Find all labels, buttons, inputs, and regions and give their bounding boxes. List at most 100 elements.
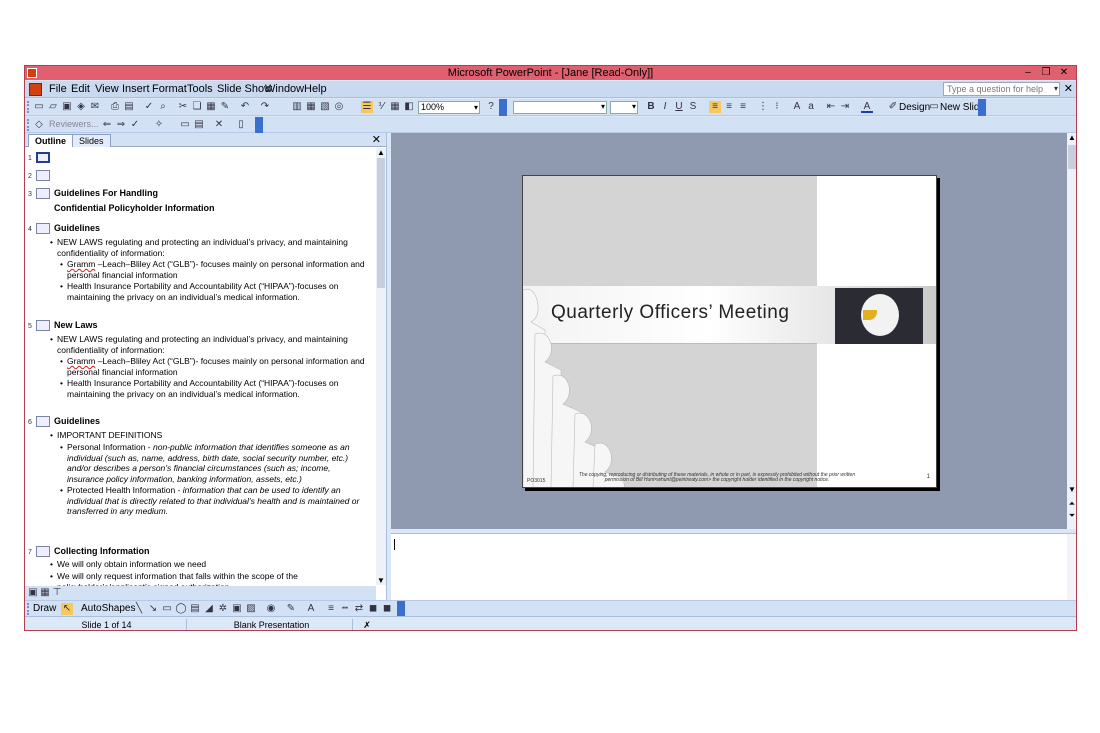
slide-icon[interactable] (36, 223, 50, 234)
cut-icon[interactable]: ✂ (177, 101, 189, 113)
insert-comment-icon[interactable]: ▭ (179, 119, 191, 131)
slide-title[interactable]: Collecting Information (54, 546, 150, 556)
undo-icon[interactable]: ↶ (239, 101, 251, 113)
decrease-font-icon[interactable]: a (805, 101, 817, 113)
powerpoint-app-icon[interactable] (27, 68, 37, 78)
slide-title[interactable]: Guidelines For Handling (54, 188, 158, 198)
font-select[interactable]: ▾ (513, 101, 607, 114)
scroll-up-icon[interactable]: ▲ (376, 148, 386, 157)
outline-list[interactable]: 1 2 3 Guidelines For Handling Confidenti… (25, 148, 376, 600)
menu-slide-show[interactable]: Slide Show (217, 83, 272, 95)
markup-icon[interactable]: ◇ (33, 119, 45, 131)
wordart-icon[interactable]: ◢ (203, 603, 215, 615)
show-grid-icon[interactable]: ▦ (389, 101, 401, 113)
font-size-select[interactable]: ▾ (610, 101, 638, 114)
email-icon[interactable]: ✉ (89, 101, 101, 113)
toolbar-options-icon[interactable] (499, 99, 507, 116)
toolbar-options-icon[interactable] (978, 99, 986, 116)
spelling-icon[interactable]: ✓ (143, 101, 155, 113)
slide-icon[interactable] (36, 416, 50, 427)
slide-icon[interactable] (36, 152, 50, 163)
permission-icon[interactable]: ◈ (75, 101, 87, 113)
scroll-up-icon[interactable]: ▲ (1067, 133, 1076, 142)
arrow-style-icon[interactable]: ⇄ (353, 603, 365, 615)
slide-show-icon[interactable]: ⊤ (51, 587, 63, 599)
menu-file[interactable]: File (49, 83, 67, 95)
restore-icon[interactable]: ❐ (1038, 66, 1054, 79)
paste-icon[interactable]: ▦ (205, 101, 217, 113)
chevron-down-icon[interactable]: ▾ (601, 102, 605, 111)
underline-icon[interactable]: U (673, 101, 685, 113)
toolbar-options-icon[interactable] (255, 117, 263, 133)
fill-color-icon[interactable]: ◉ (265, 603, 277, 615)
increase-font-icon[interactable]: A (791, 101, 803, 113)
line-icon[interactable]: ╲ (133, 603, 145, 615)
help-search-input[interactable]: Type a question for help ▾ (943, 82, 1060, 96)
new-slide-icon[interactable]: ▭ (928, 101, 940, 113)
clip-art-icon[interactable]: ▣ (231, 603, 243, 615)
menu-view[interactable]: View (95, 83, 119, 95)
design-icon[interactable]: ✐ (887, 101, 899, 113)
chevron-down-icon[interactable]: ▾ (474, 102, 478, 113)
scroll-down-icon[interactable]: ▼ (1067, 485, 1076, 494)
copy-icon[interactable]: ❏ (191, 101, 203, 113)
arrow-icon[interactable]: ↘ (147, 603, 159, 615)
color-grayscale-icon[interactable]: ◧ (403, 101, 415, 113)
slide-scrollbar[interactable]: ▲ ▼ ⏶ ⏷ (1067, 133, 1076, 529)
menu-format[interactable]: Format (152, 83, 187, 95)
menu-help[interactable]: Help (304, 83, 327, 95)
increase-indent-icon[interactable]: ⇥ (839, 101, 851, 113)
bullet-text[interactable]: Health Insurance Portability and Account… (60, 281, 367, 302)
document-close-icon[interactable]: ✕ (1064, 82, 1073, 95)
bold-icon[interactable]: B (645, 101, 657, 113)
menu-window[interactable]: Window (265, 83, 304, 95)
font-color-icon[interactable]: A (305, 603, 317, 615)
text-box-icon[interactable]: ▤ (189, 603, 201, 615)
bullets-icon[interactable]: ⁝ (771, 101, 783, 113)
slide-title[interactable]: New Laws (54, 320, 98, 330)
shadow-icon[interactable]: S (687, 101, 699, 113)
font-color-icon[interactable]: A (861, 101, 873, 113)
bullet-text[interactable]: Gramm –Leach–Bliley Act (“GLB”)- focuses… (60, 356, 367, 377)
edit-comment-icon[interactable]: ▤ (193, 119, 205, 131)
line-style-icon[interactable]: ≡ (325, 603, 337, 615)
slide-canvas[interactable]: Quarterly Officers’ Meeting PO3015 The c… (522, 175, 937, 488)
bullet-text[interactable]: IMPORTANT DEFINITIONS (50, 430, 367, 441)
align-right-icon[interactable]: ≡ (737, 101, 749, 113)
slide-sorter-icon[interactable]: ▦ (39, 587, 51, 599)
print-preview-icon[interactable]: ▤ (123, 101, 135, 113)
previous-item-icon[interactable]: ⇐ (101, 119, 113, 131)
outline-scrollbar[interactable]: ▲ ▼ (376, 148, 386, 585)
scroll-thumb[interactable] (1068, 145, 1076, 169)
slide-subtitle[interactable]: Confidential Policyholder Information (54, 203, 215, 213)
open-icon[interactable]: ▱ (47, 101, 59, 113)
document-icon[interactable] (29, 83, 42, 96)
new-icon[interactable]: ▭ (33, 101, 45, 113)
insert-table-icon[interactable]: ▦ (305, 101, 317, 113)
slide-title[interactable]: Guidelines (54, 223, 100, 233)
next-slide-icon[interactable]: ⏷ (1067, 511, 1076, 521)
dash-style-icon[interactable]: ┅ (339, 603, 351, 615)
apply-icon[interactable]: ✓ (129, 119, 141, 131)
slide-title[interactable]: Guidelines (54, 416, 100, 426)
previous-slide-icon[interactable]: ⏶ (1067, 499, 1076, 509)
spelling-status-icon[interactable]: ✗ (357, 619, 377, 630)
insert-chart-icon[interactable]: ▥ (291, 101, 303, 113)
menu-edit[interactable]: Edit (71, 83, 90, 95)
align-left-icon[interactable]: ≡ (709, 101, 721, 113)
picture-icon[interactable]: ▨ (245, 603, 257, 615)
slide-icon[interactable] (36, 170, 50, 181)
print-icon[interactable]: ⎙ (109, 101, 121, 113)
italic-icon[interactable]: I (659, 101, 671, 113)
menu-tools[interactable]: Tools (187, 83, 213, 95)
scroll-thumb[interactable] (377, 158, 385, 288)
minimize-icon[interactable]: – (1020, 66, 1036, 79)
bullet-text[interactable]: Personal Information - non-public inform… (60, 442, 367, 484)
next-item-icon[interactable]: ⇒ (115, 119, 127, 131)
chevron-down-icon[interactable]: ▾ (1054, 83, 1058, 95)
rectangle-icon[interactable]: ▭ (161, 603, 173, 615)
line-color-icon[interactable]: ✎ (285, 603, 297, 615)
show-formatting-icon[interactable]: ⅟ (375, 101, 387, 113)
slide-title-text[interactable]: Quarterly Officers’ Meeting (551, 302, 789, 324)
delete-icon[interactable]: ✕ (213, 119, 225, 131)
